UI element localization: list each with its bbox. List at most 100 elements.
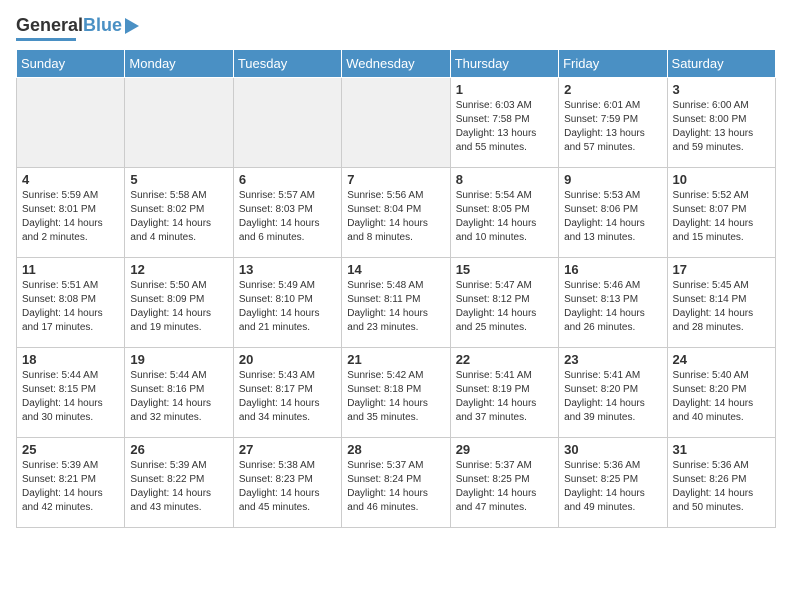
day-number: 11	[22, 262, 119, 277]
day-info: Sunrise: 5:49 AMSunset: 8:10 PMDaylight:…	[239, 279, 336, 335]
calendar-day-cell: 26 Sunrise: 5:39 AMSunset: 8:22 PMDayligh…	[125, 437, 233, 527]
day-info: Sunrise: 5:46 AMSunset: 8:13 PMDaylight:…	[564, 279, 661, 335]
calendar-day-cell: 9 Sunrise: 5:53 AMSunset: 8:06 PMDaylight…	[559, 167, 667, 257]
day-number: 24	[673, 352, 770, 367]
day-number: 8	[456, 172, 553, 187]
day-info: Sunrise: 5:41 AMSunset: 8:19 PMDaylight:…	[456, 369, 553, 425]
day-info: Sunrise: 5:36 AMSunset: 8:25 PMDaylight:…	[564, 459, 661, 515]
day-number: 25	[22, 442, 119, 457]
day-number: 1	[456, 82, 553, 97]
day-info: Sunrise: 5:38 AMSunset: 8:23 PMDaylight:…	[239, 459, 336, 515]
calendar-day-cell: 5 Sunrise: 5:58 AMSunset: 8:02 PMDaylight…	[125, 167, 233, 257]
day-number: 15	[456, 262, 553, 277]
day-info: Sunrise: 5:39 AMSunset: 8:22 PMDaylight:…	[130, 459, 227, 515]
day-info: Sunrise: 5:58 AMSunset: 8:02 PMDaylight:…	[130, 189, 227, 245]
calendar-header-row: SundayMondayTuesdayWednesdayThursdayFrid…	[17, 49, 776, 77]
day-number: 9	[564, 172, 661, 187]
day-number: 17	[673, 262, 770, 277]
calendar-day-cell: 18 Sunrise: 5:44 AMSunset: 8:15 PMDayligh…	[17, 347, 125, 437]
day-info: Sunrise: 5:48 AMSunset: 8:11 PMDaylight:…	[347, 279, 444, 335]
day-info: Sunrise: 5:44 AMSunset: 8:16 PMDaylight:…	[130, 369, 227, 425]
calendar-day-cell: 3 Sunrise: 6:00 AMSunset: 8:00 PMDaylight…	[667, 77, 775, 167]
day-number: 3	[673, 82, 770, 97]
day-number: 12	[130, 262, 227, 277]
day-info: Sunrise: 5:57 AMSunset: 8:03 PMDaylight:…	[239, 189, 336, 245]
calendar-day-cell: 19 Sunrise: 5:44 AMSunset: 8:16 PMDayligh…	[125, 347, 233, 437]
day-number: 5	[130, 172, 227, 187]
calendar-day-cell: 13 Sunrise: 5:49 AMSunset: 8:10 PMDayligh…	[233, 257, 341, 347]
day-info: Sunrise: 6:01 AMSunset: 7:59 PMDaylight:…	[564, 99, 661, 155]
day-info: Sunrise: 5:45 AMSunset: 8:14 PMDaylight:…	[673, 279, 770, 335]
day-info: Sunrise: 5:41 AMSunset: 8:20 PMDaylight:…	[564, 369, 661, 425]
calendar-day-cell: 28Sunrise: 5:37 AMSunset: 8:24 PMDayligh…	[342, 437, 450, 527]
calendar-day-cell: 1 Sunrise: 6:03 AMSunset: 7:58 PMDaylight…	[450, 77, 558, 167]
logo-text: GeneralBlue	[16, 16, 122, 36]
calendar-week-row: 1 Sunrise: 6:03 AMSunset: 7:58 PMDaylight…	[17, 77, 776, 167]
calendar-day-cell: 14 Sunrise: 5:48 AMSunset: 8:11 PMDayligh…	[342, 257, 450, 347]
day-of-week-header: Saturday	[667, 49, 775, 77]
day-of-week-header: Monday	[125, 49, 233, 77]
calendar-day-cell: 20 Sunrise: 5:43 AMSunset: 8:17 PMDayligh…	[233, 347, 341, 437]
day-info: Sunrise: 5:52 AMSunset: 8:07 PMDaylight:…	[673, 189, 770, 245]
day-of-week-header: Thursday	[450, 49, 558, 77]
logo: GeneralBlue	[16, 16, 139, 41]
day-info: Sunrise: 5:37 AMSunset: 8:25 PMDaylight:…	[456, 459, 553, 515]
day-number: 14	[347, 262, 444, 277]
day-info: Sunrise: 5:50 AMSunset: 8:09 PMDaylight:…	[130, 279, 227, 335]
day-info: Sunrise: 5:37 AMSunset: 8:24 PMDaylight:…	[347, 459, 444, 515]
day-info: Sunrise: 6:03 AMSunset: 7:58 PMDaylight:…	[456, 99, 553, 155]
page-header: GeneralBlue	[16, 16, 776, 41]
day-number: 7	[347, 172, 444, 187]
day-number: 20	[239, 352, 336, 367]
day-number: 19	[130, 352, 227, 367]
calendar-day-cell: 29Sunrise: 5:37 AMSunset: 8:25 PMDayligh…	[450, 437, 558, 527]
day-info: Sunrise: 5:36 AMSunset: 8:26 PMDaylight:…	[673, 459, 770, 515]
day-info: Sunrise: 5:53 AMSunset: 8:06 PMDaylight:…	[564, 189, 661, 245]
day-number: 27	[239, 442, 336, 457]
calendar-day-cell: 22 Sunrise: 5:41 AMSunset: 8:19 PMDayligh…	[450, 347, 558, 437]
day-info: Sunrise: 5:42 AMSunset: 8:18 PMDaylight:…	[347, 369, 444, 425]
day-number: 16	[564, 262, 661, 277]
calendar-day-cell: 24 Sunrise: 5:40 AMSunset: 8:20 PMDayligh…	[667, 347, 775, 437]
day-number: 2	[564, 82, 661, 97]
calendar-day-cell: 6 Sunrise: 5:57 AMSunset: 8:03 PMDaylight…	[233, 167, 341, 257]
calendar-day-cell: 4Sunrise: 5:59 AMSunset: 8:01 PMDaylight…	[17, 167, 125, 257]
calendar-day-cell: 23 Sunrise: 5:41 AMSunset: 8:20 PMDayligh…	[559, 347, 667, 437]
day-info: Sunrise: 5:40 AMSunset: 8:20 PMDaylight:…	[673, 369, 770, 425]
day-number: 13	[239, 262, 336, 277]
calendar-day-cell: 10 Sunrise: 5:52 AMSunset: 8:07 PMDayligh…	[667, 167, 775, 257]
day-number: 26	[130, 442, 227, 457]
calendar-day-cell: 30 Sunrise: 5:36 AMSunset: 8:25 PMDayligh…	[559, 437, 667, 527]
day-number: 10	[673, 172, 770, 187]
day-info: Sunrise: 5:39 AMSunset: 8:21 PMDaylight:…	[22, 459, 119, 515]
day-info: Sunrise: 6:00 AMSunset: 8:00 PMDaylight:…	[673, 99, 770, 155]
day-info: Sunrise: 5:59 AMSunset: 8:01 PMDaylight:…	[22, 189, 119, 245]
day-number: 23	[564, 352, 661, 367]
day-number: 31	[673, 442, 770, 457]
day-number: 6	[239, 172, 336, 187]
calendar-day-cell: 12 Sunrise: 5:50 AMSunset: 8:09 PMDayligh…	[125, 257, 233, 347]
calendar-table: SundayMondayTuesdayWednesdayThursdayFrid…	[16, 49, 776, 528]
calendar-day-cell: 25 Sunrise: 5:39 AMSunset: 8:21 PMDayligh…	[17, 437, 125, 527]
day-number: 30	[564, 442, 661, 457]
calendar-day-cell: 17 Sunrise: 5:45 AMSunset: 8:14 PMDayligh…	[667, 257, 775, 347]
calendar-day-cell: 2 Sunrise: 6:01 AMSunset: 7:59 PMDaylight…	[559, 77, 667, 167]
calendar-week-row: 25 Sunrise: 5:39 AMSunset: 8:21 PMDayligh…	[17, 437, 776, 527]
day-info: Sunrise: 5:44 AMSunset: 8:15 PMDaylight:…	[22, 369, 119, 425]
day-number: 22	[456, 352, 553, 367]
day-info: Sunrise: 5:54 AMSunset: 8:05 PMDaylight:…	[456, 189, 553, 245]
day-number: 21	[347, 352, 444, 367]
calendar-day-cell: 16 Sunrise: 5:46 AMSunset: 8:13 PMDayligh…	[559, 257, 667, 347]
calendar-week-row: 4Sunrise: 5:59 AMSunset: 8:01 PMDaylight…	[17, 167, 776, 257]
calendar-day-cell	[125, 77, 233, 167]
day-info: Sunrise: 5:43 AMSunset: 8:17 PMDaylight:…	[239, 369, 336, 425]
calendar-day-cell: 8 Sunrise: 5:54 AMSunset: 8:05 PMDaylight…	[450, 167, 558, 257]
calendar-week-row: 18 Sunrise: 5:44 AMSunset: 8:15 PMDayligh…	[17, 347, 776, 437]
calendar-day-cell: 7Sunrise: 5:56 AMSunset: 8:04 PMDaylight…	[342, 167, 450, 257]
calendar-day-cell: 15 Sunrise: 5:47 AMSunset: 8:12 PMDayligh…	[450, 257, 558, 347]
day-info: Sunrise: 5:47 AMSunset: 8:12 PMDaylight:…	[456, 279, 553, 335]
calendar-day-cell: 21 Sunrise: 5:42 AMSunset: 8:18 PMDayligh…	[342, 347, 450, 437]
day-of-week-header: Friday	[559, 49, 667, 77]
calendar-day-cell	[342, 77, 450, 167]
day-number: 18	[22, 352, 119, 367]
